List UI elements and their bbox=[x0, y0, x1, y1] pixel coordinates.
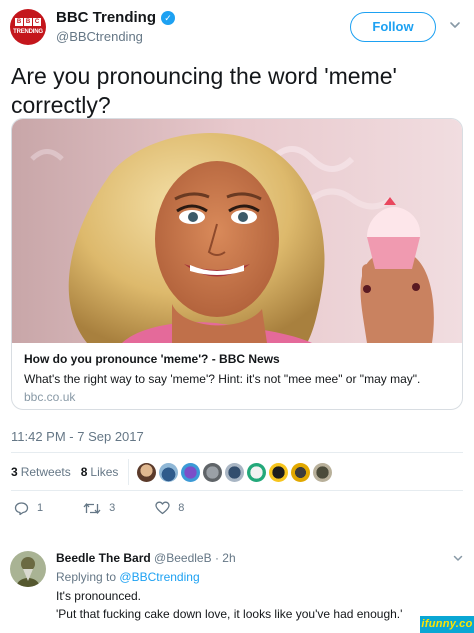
liker-avatar[interactable] bbox=[313, 462, 333, 482]
chevron-down-icon[interactable] bbox=[452, 552, 464, 564]
tweet-actions: 1 3 8 bbox=[14, 500, 224, 516]
tweet-timestamp[interactable]: 11:42 PM - 7 Sep 2017 bbox=[11, 429, 144, 444]
card-domain[interactable]: bbc.co.uk bbox=[24, 390, 75, 404]
retweet-icon[interactable] bbox=[83, 501, 101, 516]
link-card[interactable]: How do you pronounce 'meme'? - BBC News … bbox=[11, 118, 463, 410]
replying-to-handle[interactable]: @BBCtrending bbox=[119, 570, 199, 584]
card-photo bbox=[12, 119, 462, 343]
like-count: 8 bbox=[178, 502, 185, 514]
reply-action[interactable]: 1 bbox=[14, 501, 43, 516]
reply-icon[interactable] bbox=[14, 501, 29, 516]
liker-avatar[interactable] bbox=[269, 462, 289, 482]
card-description: What's the right way to say 'meme'? Hint… bbox=[24, 372, 421, 386]
tweet-header: BBC TRENDING BBC Trending ✓ @BBCtrending… bbox=[0, 0, 474, 52]
retweet-count: 3 bbox=[109, 502, 116, 514]
liker-avatar[interactable] bbox=[291, 462, 311, 482]
liker-avatar[interactable] bbox=[225, 462, 245, 482]
bbc-trending-avatar[interactable]: BBC TRENDING bbox=[10, 9, 46, 45]
reply-count: 1 bbox=[37, 502, 44, 514]
retweet-action[interactable]: 3 bbox=[83, 501, 115, 516]
likes-stat[interactable]: 8 Likes bbox=[81, 465, 119, 479]
like-action[interactable]: 8 bbox=[155, 501, 184, 515]
reply-text-line: 'Put that fucking cake down love, it loo… bbox=[56, 607, 403, 621]
follow-button[interactable]: Follow bbox=[350, 12, 436, 42]
reply-text-line: It's pronounced. bbox=[56, 589, 142, 603]
like-icon[interactable] bbox=[155, 501, 170, 515]
reply-time[interactable]: 2h bbox=[222, 551, 235, 565]
replying-to: Replying to @BBCtrending bbox=[56, 570, 200, 584]
reply-author-handle[interactable]: @BeedleB bbox=[154, 551, 212, 565]
card-title[interactable]: How do you pronounce 'meme'? - BBC News bbox=[24, 352, 280, 366]
divider bbox=[11, 452, 463, 453]
liker-avatar[interactable] bbox=[181, 462, 201, 482]
tweet-stats: 3 Retweets 8 Likes bbox=[11, 459, 333, 485]
meta-separator: · bbox=[214, 551, 219, 565]
chevron-down-icon[interactable] bbox=[448, 18, 462, 32]
stats-separator bbox=[128, 459, 130, 485]
retweets-stat[interactable]: 3 Retweets bbox=[11, 465, 71, 479]
reply-author-avatar[interactable] bbox=[10, 551, 46, 587]
reply-header: Beedle The Bard @BeedleB · 2h bbox=[56, 551, 236, 565]
tweet-text: Are you pronouncing the word 'meme' corr… bbox=[11, 63, 397, 118]
bbc-logo: BBC bbox=[15, 18, 41, 26]
author-handle[interactable]: @BBCtrending bbox=[56, 29, 143, 44]
author-name[interactable]: BBC Trending ✓ bbox=[56, 9, 175, 26]
divider bbox=[11, 490, 463, 491]
card-image[interactable] bbox=[12, 119, 462, 343]
verified-badge-icon: ✓ bbox=[161, 10, 175, 25]
liker-avatar[interactable] bbox=[247, 462, 267, 482]
ifunny-watermark: ifunny.co bbox=[420, 616, 474, 633]
liker-avatar[interactable] bbox=[137, 462, 157, 482]
liker-avatar[interactable] bbox=[159, 462, 179, 482]
liker-avatar[interactable] bbox=[203, 462, 223, 482]
reply-author-name[interactable]: Beedle The Bard bbox=[56, 551, 151, 565]
liker-avatars bbox=[137, 462, 333, 482]
